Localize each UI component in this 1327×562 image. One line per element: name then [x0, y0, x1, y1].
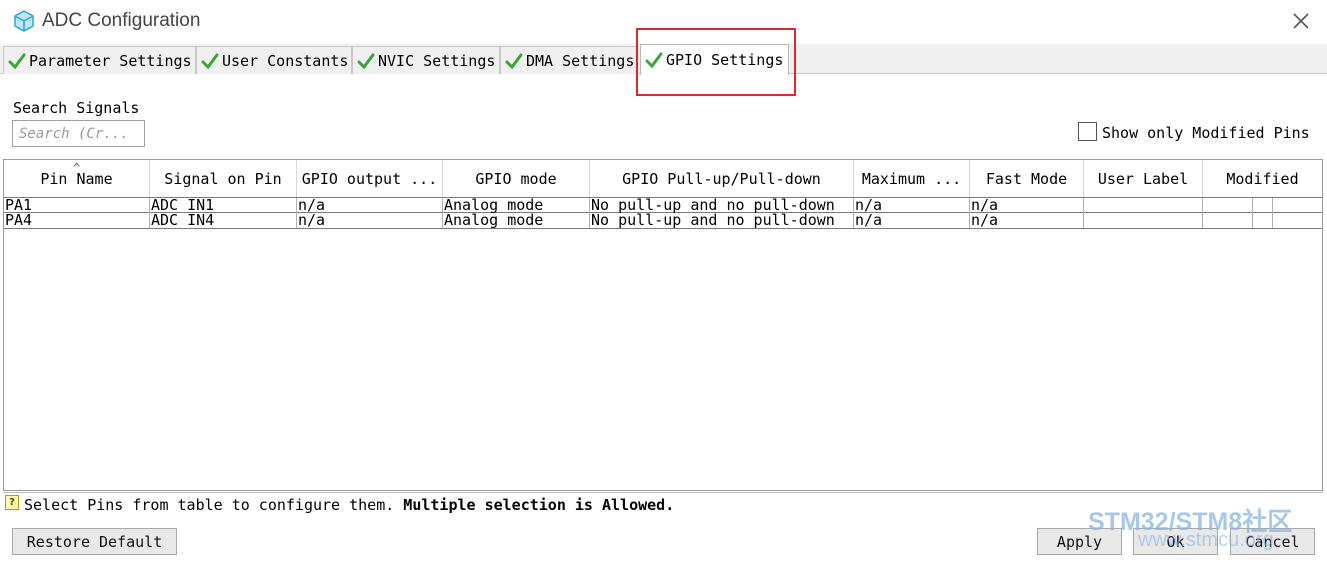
check-icon — [201, 53, 219, 69]
modified-cell — [1203, 198, 1253, 213]
gpio-output-cell: n/a — [297, 213, 443, 228]
maximum-cell: n/a — [854, 198, 970, 213]
help-icon: ? — [5, 495, 19, 510]
pin-name-cell: PA4 — [4, 213, 150, 228]
tab-user-constants[interactable]: User Constants — [196, 46, 352, 74]
signal-cell: ADC_IN4 — [150, 213, 297, 228]
column-header-fast-mode[interactable]: Fast Mode — [970, 160, 1084, 198]
check-icon — [505, 53, 523, 69]
pull-cell: No pull-up and no pull-down — [590, 213, 854, 228]
modified-cell-divider — [1253, 213, 1273, 228]
modified-cell — [1203, 213, 1253, 228]
close-icon[interactable] — [1288, 8, 1314, 34]
status-text: Select Pins from table to configure them… — [24, 496, 395, 514]
tab-dma-settings[interactable]: DMA Settings — [500, 46, 638, 74]
sort-ascending-icon: ^ — [73, 161, 81, 175]
check-icon — [357, 53, 375, 69]
user-label-cell[interactable] — [1084, 198, 1203, 213]
tab-nvic-settings[interactable]: NVIC Settings — [352, 46, 500, 74]
fast-mode-cell: n/a — [970, 213, 1084, 228]
status-bold-text: Multiple selection is Allowed. — [403, 496, 675, 514]
tab-label: Parameter Settings — [29, 51, 192, 70]
tab-label: NVIC Settings — [378, 51, 496, 70]
search-label: Search Signals — [13, 99, 140, 117]
window-title: ADC Configuration — [42, 10, 201, 31]
pin-name-cell: PA1 — [4, 198, 150, 213]
search-input[interactable] — [12, 120, 145, 147]
apply-button[interactable]: Apply — [1037, 528, 1122, 555]
column-header-maximum[interactable]: Maximum ... — [854, 160, 970, 198]
gpio-table: Pin Name ^ Signal on Pin GPIO output ...… — [3, 159, 1323, 491]
check-icon — [645, 52, 663, 69]
cube-icon — [14, 10, 34, 32]
show-modified-checkbox[interactable] — [1078, 122, 1097, 141]
gpio-output-cell: n/a — [297, 198, 443, 213]
column-header-signal[interactable]: Signal on Pin — [150, 160, 297, 198]
table-row[interactable]: PA4 ADC_IN4 n/a Analog mode No pull-up a… — [4, 213, 1322, 229]
check-icon — [8, 53, 26, 69]
status-message: Select Pins from table to configure them… — [24, 496, 674, 514]
ok-button[interactable]: Ok — [1133, 528, 1218, 555]
tab-gpio-settings[interactable]: GPIO Settings — [640, 44, 789, 75]
table-row[interactable]: PA1 ADC_IN1 n/a Analog mode No pull-up a… — [4, 197, 1322, 213]
column-header-pull[interactable]: GPIO Pull-up/Pull-down — [590, 160, 854, 198]
gpio-mode-cell: Analog mode — [443, 198, 590, 213]
tab-label: GPIO Settings — [666, 51, 784, 69]
fast-mode-cell: n/a — [970, 198, 1084, 213]
cancel-button[interactable]: Cancel — [1230, 528, 1315, 555]
maximum-cell: n/a — [854, 213, 970, 228]
modified-cell-divider — [1253, 198, 1273, 213]
restore-default-button[interactable]: Restore Default — [12, 528, 177, 555]
column-header-gpio-output[interactable]: GPIO output ... — [297, 160, 443, 198]
show-modified-label: Show only Modified Pins — [1102, 124, 1310, 142]
tab-parameter-settings[interactable]: Parameter Settings — [3, 46, 196, 74]
pull-cell: No pull-up and no pull-down — [590, 198, 854, 213]
gpio-mode-cell: Analog mode — [443, 213, 590, 228]
user-label-cell[interactable] — [1084, 213, 1203, 228]
tab-label: User Constants — [222, 51, 349, 70]
column-header-gpio-mode[interactable]: GPIO mode — [443, 160, 590, 198]
column-header-modified[interactable]: Modified — [1203, 160, 1322, 198]
signal-cell: ADC_IN1 — [150, 198, 297, 213]
tab-label: DMA Settings — [526, 51, 635, 70]
column-header-user-label[interactable]: User Label — [1084, 160, 1203, 198]
